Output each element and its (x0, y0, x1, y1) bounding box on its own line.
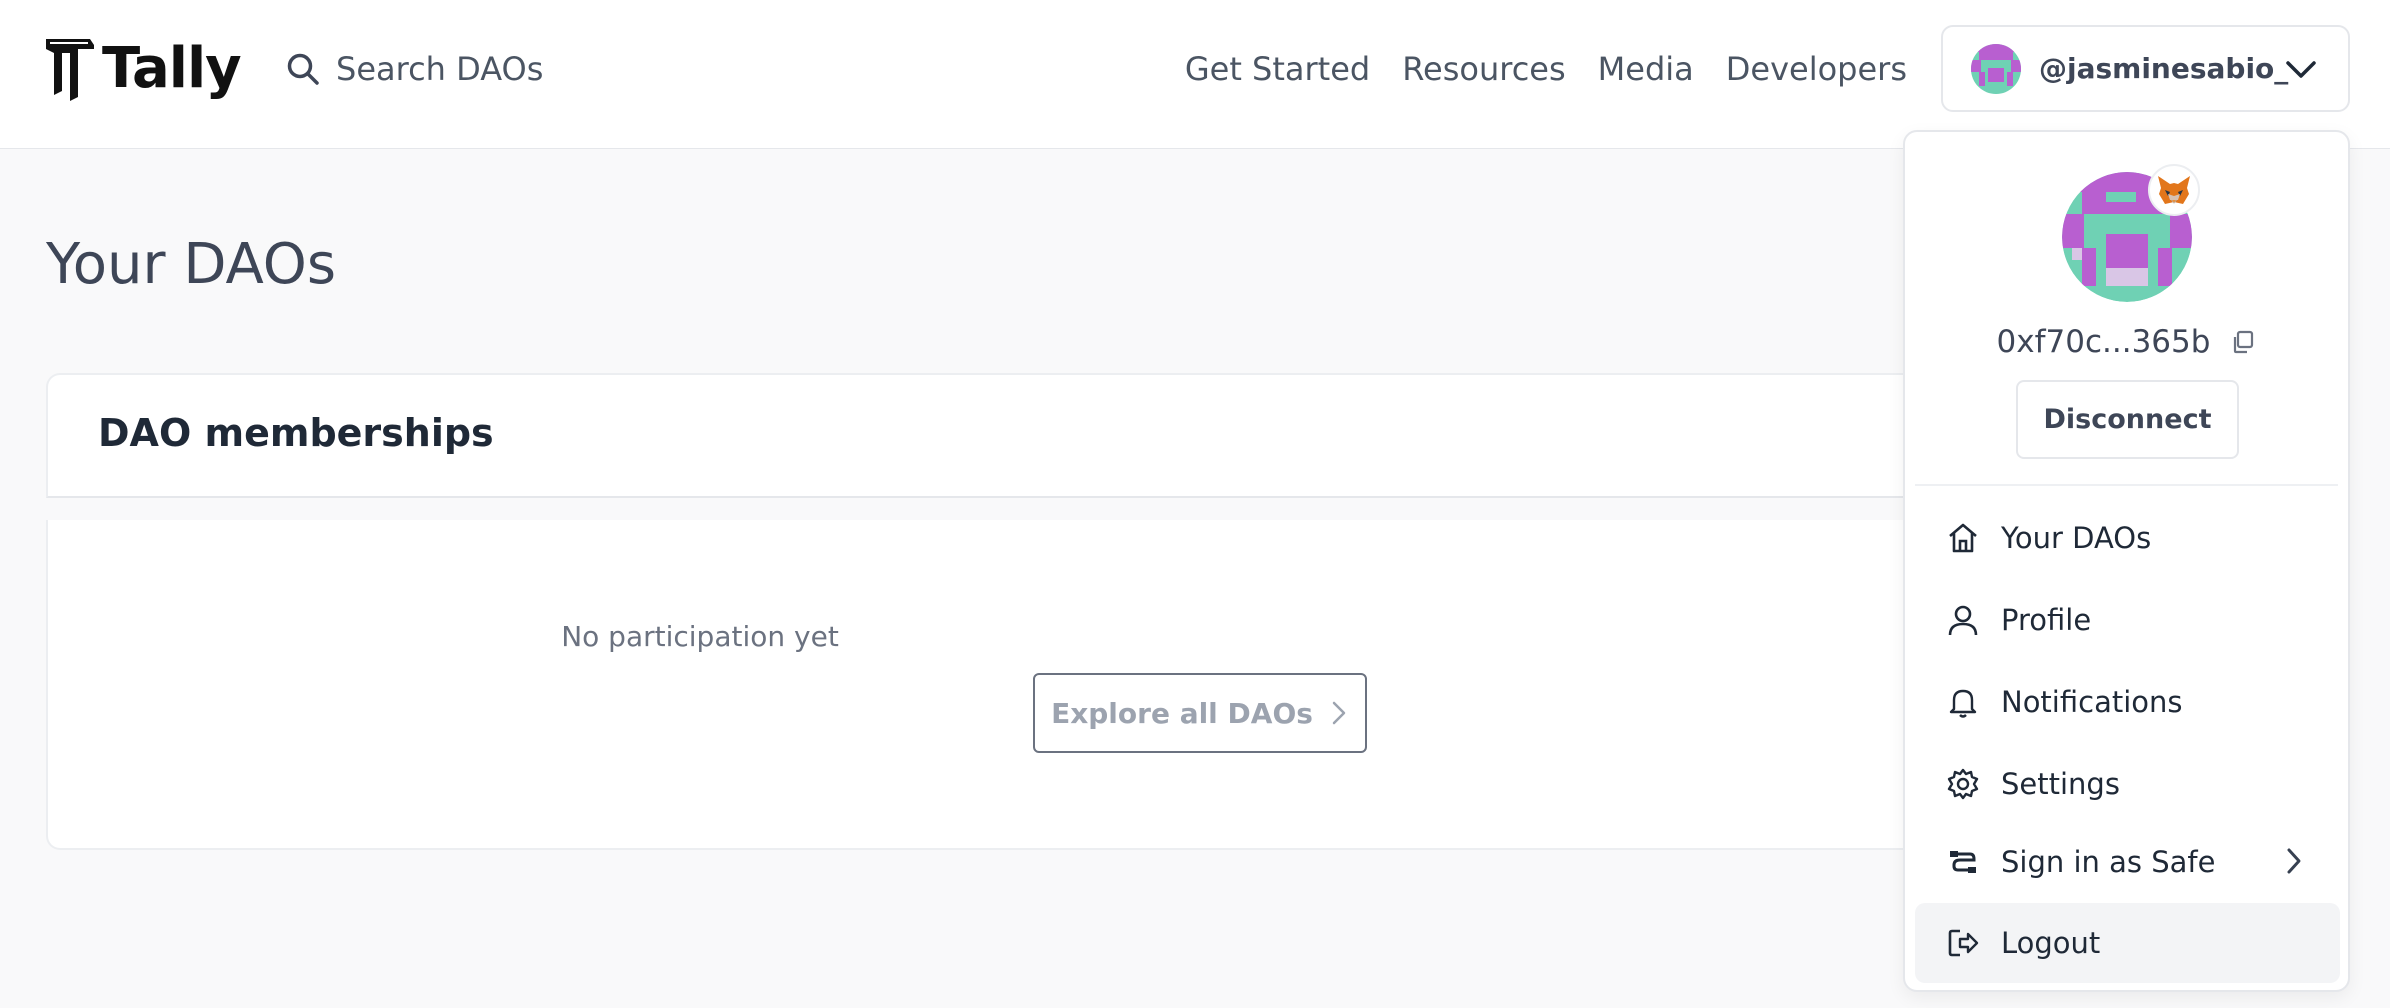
menu-item-label: Settings (2001, 767, 2120, 801)
nav-media[interactable]: Media (1598, 50, 1694, 88)
account-menu-button[interactable]: @jasminesabio_ (1941, 25, 2350, 112)
user-icon (1943, 600, 1983, 640)
fox-icon (2158, 176, 2190, 204)
home-icon (1943, 518, 1983, 558)
menu-item-your-daos[interactable]: Your DAOs (1915, 498, 2340, 578)
account-username: @jasminesabio_ (2039, 52, 2289, 85)
card-title: DAO memberships (98, 411, 494, 455)
empty-state-text: No participation yet (561, 620, 839, 653)
page-title: Your DAOs (46, 232, 337, 297)
divider (1915, 484, 2338, 486)
menu-item-label: Sign in as Safe (2001, 845, 2216, 879)
menu-item-label: Logout (2001, 926, 2101, 960)
menu-item-label: Notifications (2001, 685, 2183, 719)
main-nav: Get Started Resources Media Developers (1185, 42, 1907, 96)
search-icon (287, 53, 319, 85)
bell-icon (1943, 682, 1983, 722)
search-dao[interactable]: Search DAOs (286, 42, 543, 96)
menu-item-label: Profile (2001, 603, 2092, 637)
gear-icon (1943, 764, 1983, 804)
wallet-address-row: 0xf70c...365b (1905, 320, 2348, 364)
nav-developers[interactable]: Developers (1726, 50, 1907, 88)
menu-item-logout[interactable]: Logout (1915, 903, 2340, 983)
disconnect-button[interactable]: Disconnect (2016, 380, 2239, 459)
dao-memberships-card-header: DAO memberships (46, 373, 1976, 498)
metamask-badge (2148, 164, 2200, 216)
menu-item-profile[interactable]: Profile (1915, 580, 2340, 660)
menu-item-label: Your DAOs (2001, 521, 2152, 555)
chevron-right-icon (1332, 701, 1346, 725)
nav-resources[interactable]: Resources (1402, 50, 1565, 88)
tally-logo-icon (46, 39, 94, 101)
dao-memberships-card-body: No participation yet Explore all DAOs (46, 520, 1976, 850)
menu-item-notifications[interactable]: Notifications (1915, 662, 2340, 742)
tally-logo[interactable]: Tally (44, 33, 242, 103)
logo-text: Tally (102, 35, 242, 101)
logout-icon (1943, 923, 1983, 963)
explore-all-daos-button[interactable]: Explore all DAOs (1033, 673, 1367, 753)
account-dropdown: 0xf70c...365b Disconnect Your DAOs Profi… (1903, 130, 2350, 992)
top-header: Tally Search DAOs Get Started Resources … (0, 0, 2390, 149)
menu-item-sign-in-as-safe[interactable]: Sign in as Safe (1915, 822, 2340, 902)
menu-item-settings[interactable]: Settings (1915, 744, 2340, 824)
copy-icon[interactable] (2230, 329, 2256, 355)
chevron-down-icon (2286, 61, 2316, 78)
safe-icon (1943, 842, 1983, 882)
wallet-address: 0xf70c...365b (1996, 324, 2211, 360)
search-placeholder: Search DAOs (336, 50, 544, 88)
explore-label: Explore all DAOs (1051, 696, 1313, 730)
chevron-right-icon (2287, 848, 2301, 874)
nav-get-started[interactable]: Get Started (1185, 50, 1370, 88)
avatar (1971, 43, 2021, 94)
